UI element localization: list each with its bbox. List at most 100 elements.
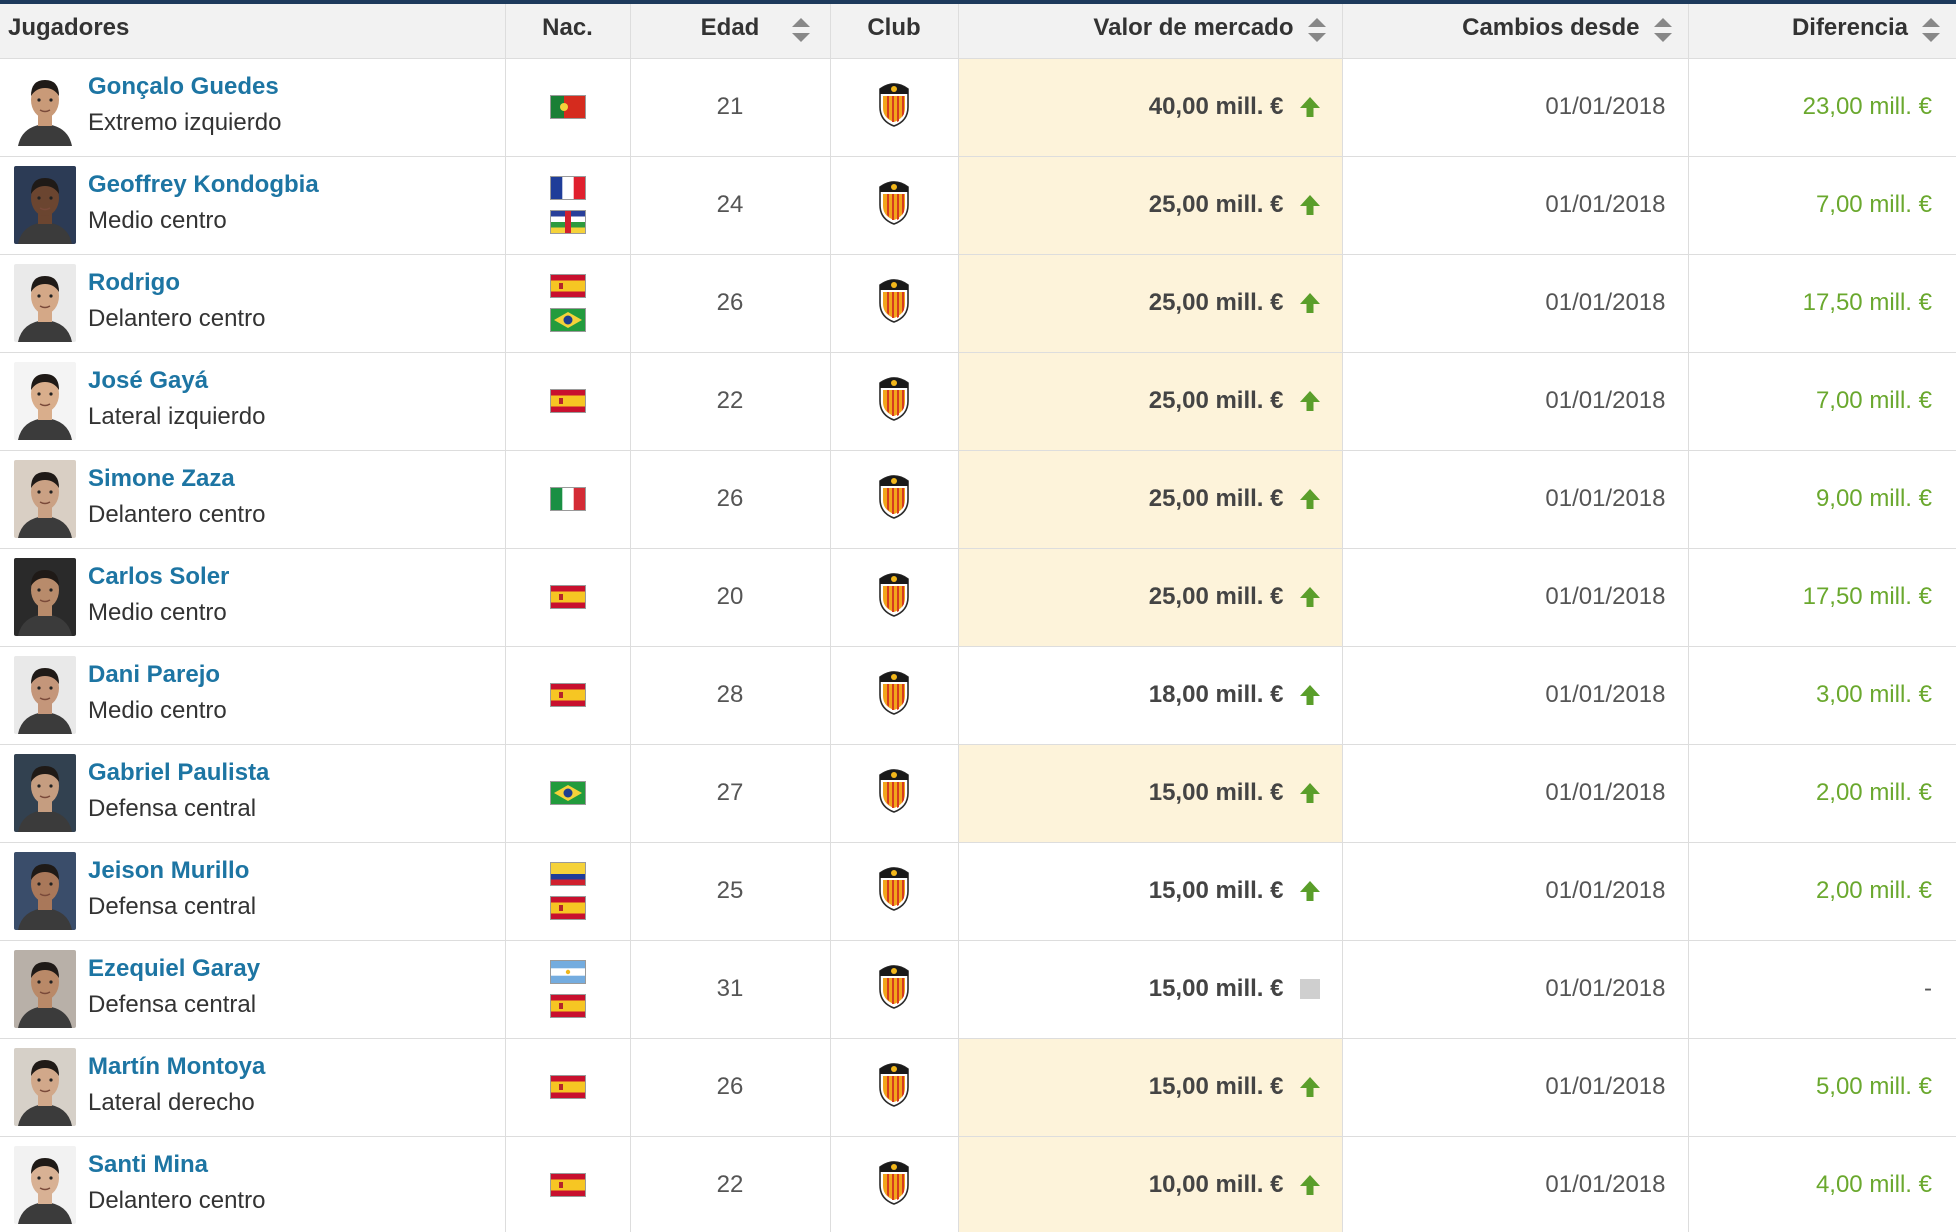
- difference-cell: 4,00 mill. €: [1688, 1136, 1956, 1232]
- player-position: Lateral izquierdo: [88, 403, 266, 430]
- player-name-link[interactable]: Carlos Soler: [88, 562, 229, 592]
- sort-icon[interactable]: [1306, 16, 1328, 44]
- nationality-cell: [505, 744, 631, 843]
- player-cell: Gonçalo Guedes Extremo izquierdo: [0, 58, 506, 157]
- nationality-cell: [505, 1136, 631, 1232]
- player-name-link[interactable]: José Gayá: [88, 366, 265, 396]
- valencia-crest-icon[interactable]: [876, 1061, 912, 1107]
- player-name-link[interactable]: Jeison Murillo: [88, 856, 256, 886]
- nationality-cell: [505, 254, 631, 353]
- table-row: Jeison Murillo Defensa central 25 15,00 mil…: [0, 842, 1956, 941]
- valencia-crest-icon[interactable]: [876, 179, 912, 225]
- player-name-link[interactable]: Ezequiel Garay: [88, 954, 260, 984]
- table-row: Martín Montoya Lateral derecho 26 15,00 mil…: [0, 1038, 1956, 1137]
- player-position: Defensa central: [88, 893, 257, 920]
- age-cell: 20: [630, 548, 831, 647]
- market-value-cell: 15,00 mill. €: [958, 1038, 1343, 1137]
- player-cell: Dani Parejo Medio centro: [0, 646, 506, 745]
- header-nationality-label: Nac.: [542, 14, 593, 41]
- player-name-link[interactable]: Dani Parejo: [88, 660, 227, 690]
- player-photo[interactable]: [14, 166, 76, 244]
- valencia-crest-icon[interactable]: [876, 473, 912, 519]
- difference-cell: 5,00 mill. €: [1688, 1038, 1956, 1137]
- valencia-crest-icon[interactable]: [876, 571, 912, 617]
- valencia-crest-icon[interactable]: [876, 767, 912, 813]
- player-photo[interactable]: [14, 754, 76, 832]
- player-name-link[interactable]: Simone Zaza: [88, 464, 265, 494]
- market-value: 10,00 mill. €: [1148, 1171, 1284, 1198]
- player-cell: Ezequiel Garay Defensa central: [0, 940, 506, 1039]
- header-difference[interactable]: Diferencia: [1688, 4, 1956, 59]
- valencia-crest-icon[interactable]: [876, 81, 912, 127]
- player-name-link[interactable]: Martín Montoya: [88, 1052, 265, 1082]
- sort-icon[interactable]: [1652, 16, 1674, 44]
- header-difference-label: Diferencia: [1791, 14, 1908, 41]
- header-changed-since[interactable]: Cambios desde: [1342, 4, 1689, 59]
- market-value: 15,00 mill. €: [1148, 877, 1284, 904]
- valencia-crest-icon[interactable]: [876, 277, 912, 323]
- flag-france-icon: [549, 176, 586, 200]
- club-cell: [830, 646, 959, 745]
- player-photo[interactable]: [14, 68, 76, 146]
- sort-icon[interactable]: [790, 16, 812, 44]
- club-cell: [830, 842, 959, 941]
- player-photo[interactable]: [14, 852, 76, 930]
- trend-up-arrow-icon: [1298, 1075, 1322, 1099]
- age-cell: 25: [630, 842, 831, 941]
- difference-cell: -: [1688, 940, 1956, 1039]
- player-name-link[interactable]: Geoffrey Kondogbia: [88, 170, 319, 200]
- flag-brazil-icon: [549, 308, 586, 332]
- changed-since-cell: 01/01/2018: [1342, 1136, 1689, 1232]
- player-photo[interactable]: [14, 362, 76, 440]
- flag-brazil-icon: [549, 781, 586, 805]
- difference-cell: 17,50 mill. €: [1688, 548, 1956, 647]
- table-row: Geoffrey Kondogbia Medio centro 24 25,00 mi…: [0, 156, 1956, 255]
- difference-cell: 23,00 mill. €: [1688, 58, 1956, 157]
- player-position: Defensa central: [88, 991, 257, 1018]
- player-name-link[interactable]: Santi Mina: [88, 1150, 265, 1180]
- player-photo[interactable]: [14, 1146, 76, 1224]
- flag-spain-icon: [549, 274, 586, 298]
- nationality-cell: [505, 450, 631, 549]
- valencia-crest-icon[interactable]: [876, 375, 912, 421]
- player-photo[interactable]: [14, 460, 76, 538]
- flag-spain-icon: [549, 1173, 586, 1197]
- valencia-crest-icon[interactable]: [876, 865, 912, 911]
- market-value: 15,00 mill. €: [1148, 1073, 1284, 1100]
- header-player: Jugadores: [0, 4, 506, 59]
- header-age-label: Edad: [700, 14, 760, 41]
- nationality-cell: [505, 156, 631, 255]
- club-cell: [830, 1038, 959, 1137]
- player-photo[interactable]: [14, 950, 76, 1028]
- flag-argentina-icon: [549, 960, 586, 984]
- valencia-crest-icon[interactable]: [876, 963, 912, 1009]
- changed-since-cell: 01/01/2018: [1342, 548, 1689, 647]
- player-photo[interactable]: [14, 558, 76, 636]
- difference-cell: 9,00 mill. €: [1688, 450, 1956, 549]
- player-photo[interactable]: [14, 656, 76, 734]
- market-value-cell: 15,00 mill. €: [958, 744, 1343, 843]
- market-value-table: Jugadores Nac. Edad Club Valor de mercad…: [0, 4, 1956, 1232]
- header-nationality: Nac.: [505, 4, 631, 59]
- player-name-link[interactable]: Gonçalo Guedes: [88, 72, 281, 102]
- player-position: Medio centro: [88, 697, 227, 724]
- valencia-crest-icon[interactable]: [876, 669, 912, 715]
- trend-up-arrow-icon: [1298, 291, 1322, 315]
- header-club: Club: [830, 4, 959, 59]
- player-cell: Santi Mina Delantero centro: [0, 1136, 506, 1232]
- player-name-link[interactable]: Gabriel Paulista: [88, 758, 269, 788]
- header-age[interactable]: Edad: [630, 4, 831, 59]
- changed-since-cell: 01/01/2018: [1342, 156, 1689, 255]
- table-row: Gonçalo Guedes Extremo izquierdo 21 40,00 m…: [0, 58, 1956, 157]
- player-cell: Martín Montoya Lateral derecho: [0, 1038, 506, 1137]
- age-cell: 21: [630, 58, 831, 157]
- header-market-value[interactable]: Valor de mercado: [958, 4, 1343, 59]
- player-position: Medio centro: [88, 599, 227, 626]
- club-cell: [830, 548, 959, 647]
- age-cell: 26: [630, 450, 831, 549]
- player-photo[interactable]: [14, 264, 76, 342]
- sort-icon[interactable]: [1920, 16, 1942, 44]
- valencia-crest-icon[interactable]: [876, 1159, 912, 1205]
- player-name-link[interactable]: Rodrigo: [88, 268, 265, 298]
- player-photo[interactable]: [14, 1048, 76, 1126]
